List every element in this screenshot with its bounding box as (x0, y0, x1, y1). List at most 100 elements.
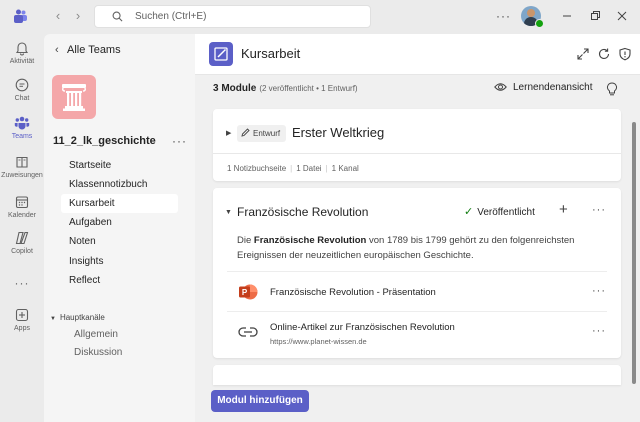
more-options-icon[interactable]: ··· (496, 9, 511, 23)
rail-item-activity[interactable]: Aktivität (0, 40, 44, 65)
module-title[interactable]: Französische Revolution (237, 205, 368, 219)
caret-down-icon: ▼ (50, 316, 56, 322)
page-header: Kursarbeit (195, 34, 640, 75)
nav-item-insights[interactable]: Insights (61, 252, 178, 271)
eye-icon (494, 83, 507, 92)
rail-label: Apps (14, 325, 30, 332)
module-card-franzoesische-revolution: ▼ Französische Revolution ✓ Veröffentlich… (213, 188, 621, 358)
search-icon (112, 11, 123, 22)
draft-label: Entwurf (253, 129, 281, 138)
checkmark-icon: ✓ (464, 206, 474, 218)
rail-item-apps[interactable]: Apps (0, 307, 44, 332)
nav-item-klassennotizbuch[interactable]: Klassennotizbuch (61, 175, 178, 194)
learner-view-label: Lernendenansicht (513, 82, 593, 93)
module-title[interactable]: Erster Weltkrieg (292, 125, 384, 140)
calendar-icon (15, 196, 29, 209)
rail-label: Copilot (11, 248, 33, 255)
add-module-button[interactable]: Modul hinzufügen (211, 390, 309, 412)
caret-right-icon[interactable]: ▶ (226, 129, 231, 137)
chat-icon (15, 78, 29, 92)
nav-item-kursarbeit[interactable]: Kursarbeit (61, 194, 178, 213)
copilot-icon (15, 231, 29, 245)
resource-more-options-icon[interactable]: ··· (592, 285, 606, 297)
teams-logo-icon (14, 9, 27, 23)
page-title: Kursarbeit (241, 46, 301, 61)
meta-notebook-pages: 1 Notizbuchseite (227, 164, 287, 173)
shield-icon[interactable] (618, 47, 632, 61)
rail-item-calendar[interactable]: Kalender (0, 194, 44, 219)
refresh-icon[interactable] (597, 47, 611, 61)
team-avatar (52, 75, 96, 119)
forward-arrow-icon[interactable]: › (71, 9, 85, 23)
rail-label: Aktivität (9, 58, 35, 65)
module-card-partial (213, 365, 621, 385)
rail-item-teams[interactable]: Teams (0, 115, 44, 140)
team-more-options-icon[interactable]: ··· (172, 134, 187, 148)
nav-item-noten[interactable]: Noten (61, 232, 178, 251)
add-resource-icon[interactable]: + (559, 201, 568, 218)
rail-item-copilot[interactable]: Copilot (0, 230, 44, 255)
course-content: 3 Module (2 veröffentlicht • 1 Entwurf) L… (195, 75, 640, 422)
channel-allgemein[interactable]: Allgemein (74, 329, 118, 340)
minimize-icon[interactable] (560, 9, 574, 23)
modules-summary: 3 Module (2 veröffentlicht • 1 Entwurf) (213, 83, 358, 94)
rail-label: Kalender (7, 212, 37, 219)
teams-icon (14, 116, 30, 130)
modules-sub: (2 veröffentlicht • 1 Entwurf) (259, 84, 358, 93)
lightbulb-icon[interactable] (606, 82, 618, 96)
search-input[interactable]: Suchen (Ctrl+E) (94, 5, 371, 28)
rail-label: Chat (14, 95, 30, 102)
resource-title: Online-Artikel zur Französischen Revolut… (270, 322, 455, 333)
divider (227, 311, 607, 312)
resource-more-options-icon[interactable]: ··· (592, 325, 606, 337)
rail-label: Zuweisungen (1, 172, 43, 179)
nav-item-startseite[interactable]: Startseite (61, 156, 178, 175)
back-arrow-icon[interactable]: ‹ (51, 9, 65, 23)
chevron-left-icon: ‹ (55, 44, 59, 56)
edit-document-icon (214, 47, 228, 61)
rail-label: Teams (11, 133, 33, 140)
main-area: Kursarbeit 3 Module (2 veröffentlicht • 1… (195, 34, 640, 422)
published-status[interactable]: ✓ Veröffentlicht (464, 205, 535, 218)
bell-icon (15, 42, 29, 56)
module-more-options-icon[interactable]: ··· (592, 204, 606, 216)
back-to-all-teams[interactable]: ‹ Alle Teams (55, 44, 121, 56)
resource-title: Französische Revolution - Präsentation (270, 287, 436, 298)
pencil-icon (241, 128, 250, 138)
meta-channels: 1 Kanal (331, 164, 359, 173)
team-name: 11_2_lk_geschichte (53, 135, 156, 147)
learner-view-button[interactable]: Lernendenansicht (494, 82, 593, 93)
channels-header[interactable]: ▼ Hauptkanäle (50, 313, 105, 322)
link-icon (238, 327, 258, 337)
scrollbar-thumb[interactable] (632, 122, 636, 384)
scrollbar[interactable] (632, 122, 636, 422)
modules-count: 3 Module (213, 83, 257, 94)
pillar-icon (62, 84, 86, 111)
kursarbeit-app-icon (209, 42, 233, 66)
divider (227, 271, 607, 272)
presence-available-icon (535, 19, 544, 28)
expand-icon[interactable] (576, 47, 590, 61)
published-label: Veröffentlicht (477, 207, 535, 218)
module-meta: 1 Notizbuchseite | 1 Datei | 1 Kanal (227, 164, 359, 173)
module-description: Die Französische Revolution von 1789 bis… (237, 233, 601, 263)
desc-text: Die (237, 235, 254, 246)
svg-text:P: P (242, 288, 248, 297)
channel-diskussion[interactable]: Diskussion (74, 347, 122, 358)
nav-item-reflect[interactable]: Reflect (61, 271, 178, 290)
app-rail: Aktivität Chat Teams Zuweisungen Kalende… (0, 34, 44, 422)
apps-icon (15, 308, 29, 322)
close-icon[interactable] (615, 9, 629, 23)
more-apps-icon[interactable]: ··· (0, 276, 44, 290)
resource-url[interactable]: https://www.planet-wissen.de (270, 337, 367, 346)
channels-header-label: Hauptkanäle (59, 313, 105, 322)
rail-item-chat[interactable]: Chat (0, 77, 44, 102)
caret-down-icon[interactable]: ▼ (225, 209, 232, 216)
restore-icon[interactable] (588, 9, 602, 23)
rail-item-assignments[interactable]: Zuweisungen (0, 154, 44, 179)
meta-files: 1 Datei (296, 164, 322, 173)
back-label: Alle Teams (67, 44, 121, 56)
nav-item-aufgaben[interactable]: Aufgaben (61, 213, 178, 232)
divider (213, 153, 621, 154)
search-placeholder: Suchen (Ctrl+E) (135, 11, 207, 22)
